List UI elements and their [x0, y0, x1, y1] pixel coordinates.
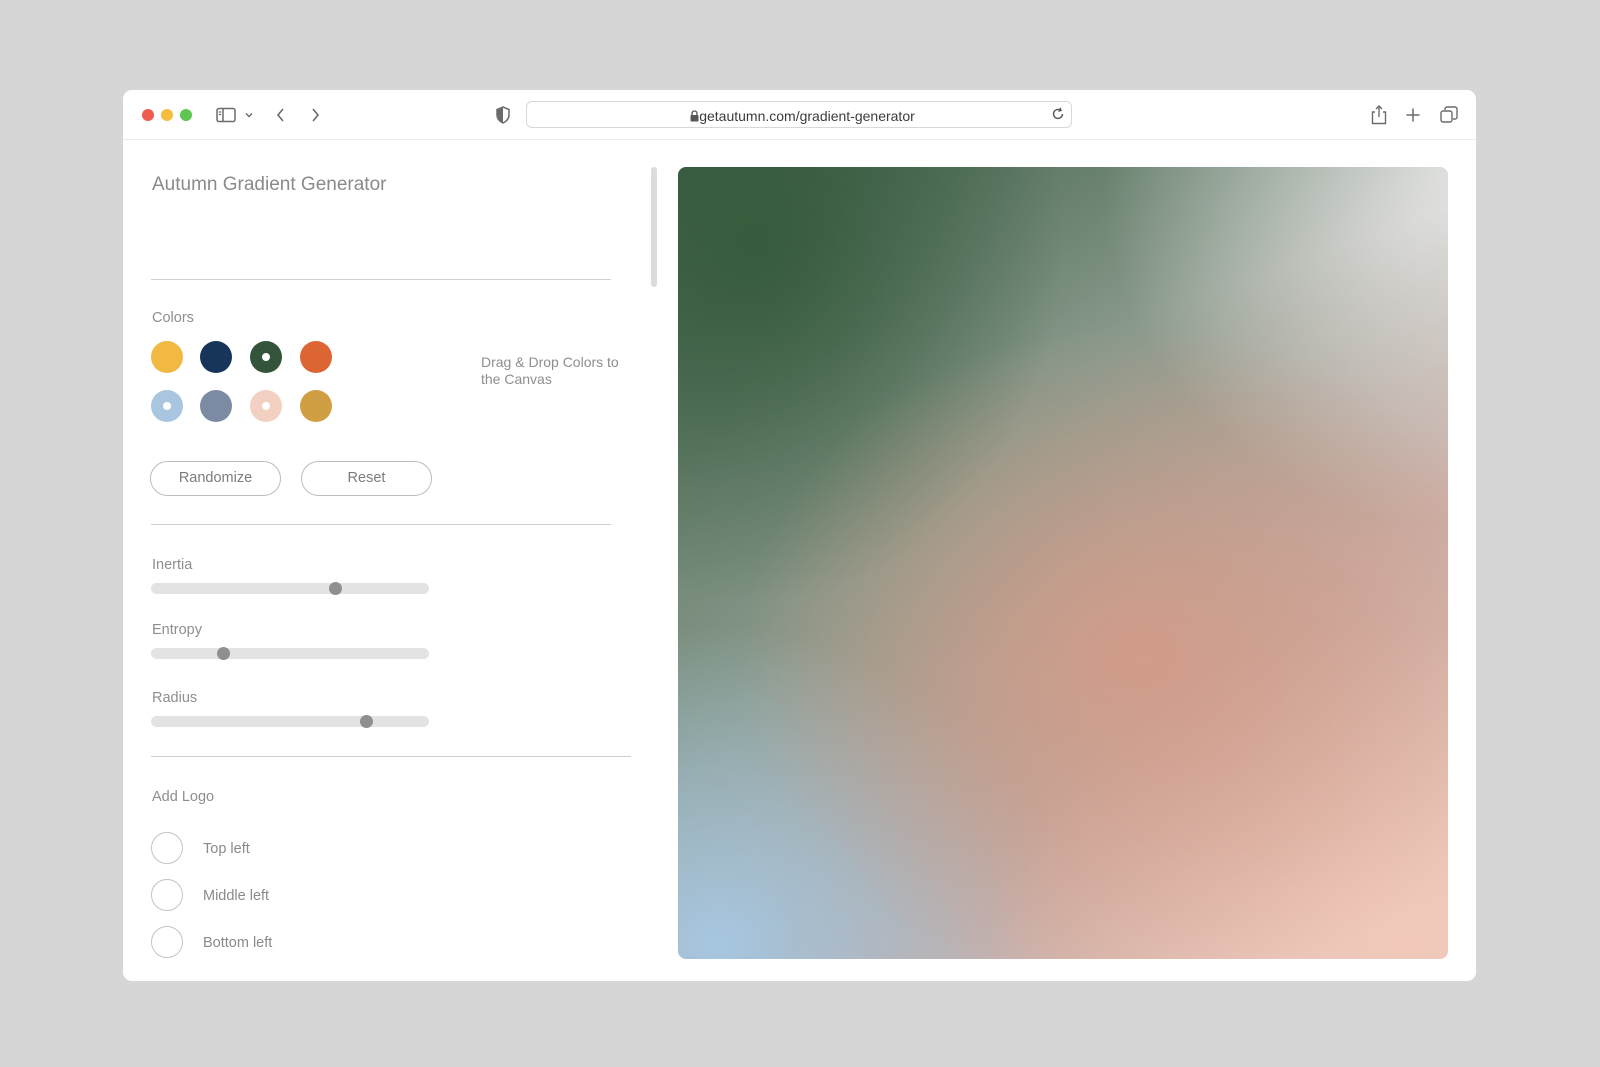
share-icon[interactable]	[1367, 103, 1391, 127]
minimize-window-button[interactable]	[161, 109, 173, 121]
divider	[151, 279, 611, 280]
color-swatch-yellow[interactable]	[151, 341, 183, 373]
color-swatch-orange[interactable]	[300, 341, 332, 373]
colors-label: Colors	[152, 310, 194, 326]
gradient-canvas[interactable]	[678, 167, 1448, 959]
maximize-window-button[interactable]	[180, 109, 192, 121]
new-tab-icon[interactable]	[1401, 103, 1425, 127]
logo-bottom-left-label[interactable]: Bottom left	[203, 935, 272, 951]
browser-window: getautumn.com/gradient-generator Autumn …	[123, 90, 1476, 981]
randomize-button[interactable]: Randomize	[150, 461, 281, 496]
slider-thumb[interactable]	[360, 715, 374, 728]
selected-indicator	[163, 402, 171, 410]
inertia-slider[interactable]	[151, 582, 429, 595]
color-swatch-slate[interactable]	[200, 390, 232, 422]
selected-indicator	[262, 402, 270, 410]
page-title: Autumn Gradient Generator	[152, 174, 387, 195]
back-icon[interactable]	[269, 103, 293, 127]
tab-overview-icon[interactable]	[1437, 103, 1461, 127]
logo-middle-left-radio[interactable]	[151, 879, 183, 911]
panel-scrollbar[interactable]	[651, 167, 657, 287]
address-bar[interactable]: getautumn.com/gradient-generator	[526, 101, 1072, 128]
reload-icon[interactable]	[1051, 107, 1065, 126]
add-logo-label: Add Logo	[152, 789, 215, 805]
forward-icon[interactable]	[303, 103, 327, 127]
drag-drop-hint: Drag & Drop Colors to the Canvas	[481, 354, 619, 387]
controls-panel: Autumn Gradient Generator Colors Drag & …	[123, 141, 643, 981]
color-swatch-navy[interactable]	[200, 341, 232, 373]
sidebar-icon[interactable]	[214, 103, 238, 127]
radius-slider[interactable]	[151, 715, 429, 728]
chevron-down-icon[interactable]	[237, 103, 261, 127]
inertia-label: Inertia	[152, 557, 193, 573]
logo-middle-left-label[interactable]: Middle left	[203, 888, 269, 904]
logo-top-left-label[interactable]: Top left	[203, 841, 250, 857]
divider	[151, 524, 611, 525]
selected-indicator	[262, 353, 270, 361]
slider-thumb[interactable]	[217, 647, 231, 660]
divider	[151, 756, 631, 757]
radius-label: Radius	[152, 690, 198, 706]
privacy-shield-icon[interactable]	[491, 103, 515, 127]
color-swatch-gold[interactable]	[300, 390, 332, 422]
logo-bottom-left-radio[interactable]	[151, 926, 183, 958]
color-swatch-light-blue[interactable]	[151, 390, 183, 422]
close-window-button[interactable]	[142, 109, 154, 121]
entropy-slider[interactable]	[151, 647, 429, 660]
color-swatch-dark-green[interactable]	[250, 341, 282, 373]
browser-toolbar: getautumn.com/gradient-generator	[123, 90, 1476, 140]
entropy-label: Entropy	[152, 622, 202, 638]
url-text: getautumn.com/gradient-generator	[699, 108, 915, 124]
logo-top-left-radio[interactable]	[151, 832, 183, 864]
color-swatch-peach[interactable]	[250, 390, 282, 422]
slider-thumb[interactable]	[328, 582, 342, 595]
reset-button[interactable]: Reset	[301, 461, 432, 496]
